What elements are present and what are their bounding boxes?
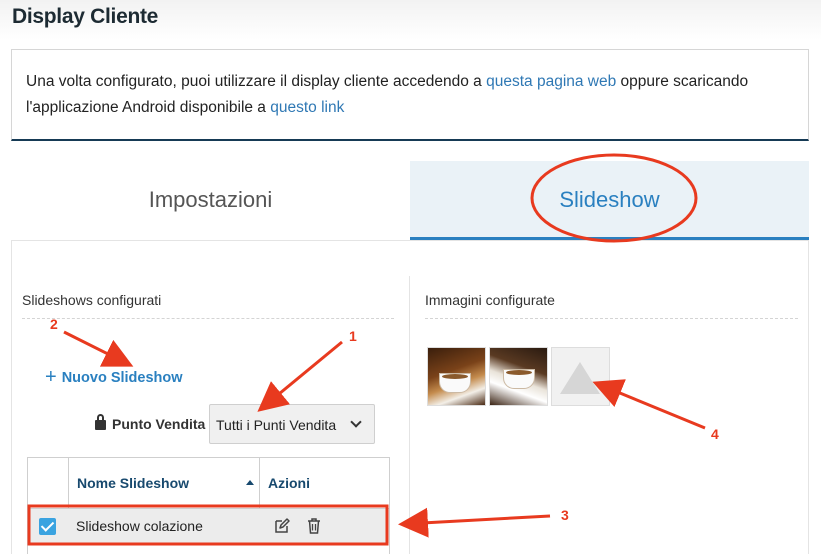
coffee-shape [442,374,468,379]
select-column-header [28,458,69,508]
lock-icon [95,414,106,430]
plus-icon: + [45,366,57,388]
point-of-sale-text: Punto Vendita [112,416,206,432]
slideshows-section-title: Slideshows configurati [22,292,162,308]
info-text: Una volta configurato, puoi utilizzare i… [26,69,796,121]
point-of-sale-value: Tutti i Punti Vendita [216,417,337,433]
slideshow-name: Slideshow colazione [76,518,203,534]
sort-ascending-icon [246,480,254,485]
info-text-part-1: Una volta configurato, puoi utilizzare i… [26,73,487,90]
image-placeholder-icon[interactable] [551,347,610,406]
point-of-sale-select[interactable]: Tutti i Punti Vendita [209,404,375,444]
panel-divider [409,276,410,554]
name-column-header[interactable]: Nome Slideshow [69,458,260,508]
tab-slideshow[interactable]: Slideshow [410,161,809,240]
info-box: Una volta configurato, puoi utilizzare i… [11,49,809,141]
web-page-link[interactable]: questa pagina web [486,73,616,90]
coffee-croissant-image[interactable] [427,347,486,406]
edit-icon[interactable] [273,517,291,535]
row-checkbox[interactable] [39,518,56,535]
new-slideshow-button[interactable]: + Nuovo Slideshow [45,365,183,388]
new-slideshow-label: Nuovo Slideshow [61,370,183,386]
placeholder-mountain-shape [560,362,600,394]
coffee-shape [506,370,532,375]
table-row[interactable]: Slideshow colazione [28,508,389,543]
images-section-title: Immagini configurate [425,292,555,308]
chevron-down-icon [350,416,362,428]
point-of-sale-label: Punto Vendita [95,414,206,432]
section-divider [425,318,798,319]
annotation-number-4: 4 [711,426,719,442]
tab-impostazioni-label: Impostazioni [148,187,273,212]
trash-icon[interactable] [305,517,323,535]
tab-slideshow-label: Slideshow [559,187,660,212]
annotation-number-3: 3 [561,507,569,523]
page-title: Display Cliente [12,5,159,28]
actions-column-label: Azioni [268,475,310,491]
annotation-number-1: 1 [349,328,357,344]
tab-impostazioni[interactable]: Impostazioni [11,161,410,240]
section-divider [22,318,394,319]
name-column-label: Nome Slideshow [77,475,190,491]
actions-column-header: Azioni [260,458,389,508]
annotation-number-2: 2 [50,316,58,332]
android-app-link[interactable]: questo link [270,99,344,116]
coffee-cup-image[interactable] [489,347,548,406]
slideshow-table: Nome Slideshow Azioni Slideshow colazion… [27,457,390,554]
